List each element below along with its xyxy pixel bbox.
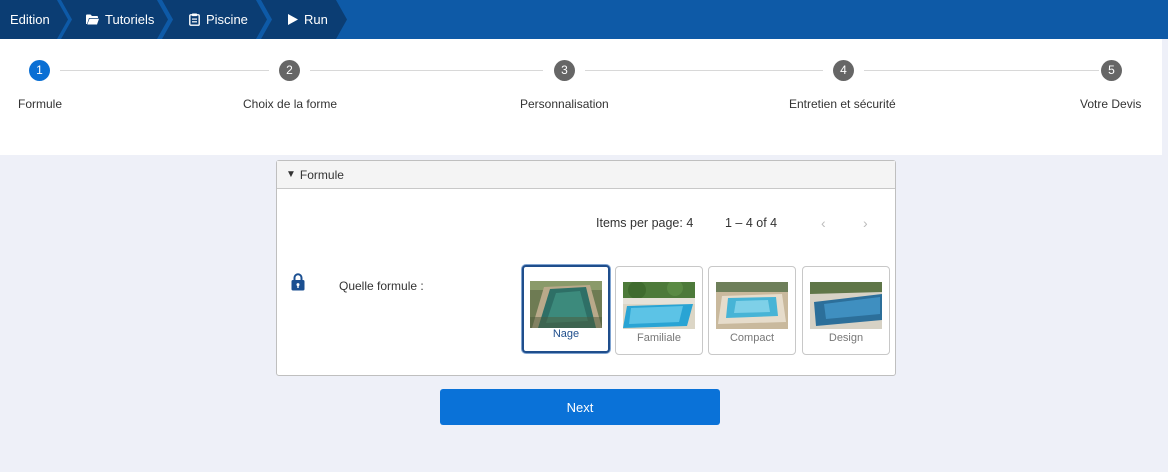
pool-nage-image <box>530 281 602 328</box>
caret-down-icon: ▼ <box>286 169 296 180</box>
step-connector <box>310 70 543 71</box>
step-connector <box>60 70 269 71</box>
formule-field-label: Quelle formule : <box>339 279 424 293</box>
breadcrumb-item-run[interactable]: Run <box>261 0 347 39</box>
lock-icon <box>291 273 305 296</box>
breadcrumb-label: Edition <box>10 12 50 27</box>
step-connector <box>864 70 1099 71</box>
breadcrumb-item-piscine[interactable]: Piscine <box>162 0 267 39</box>
items-per-page-value[interactable]: 4 <box>686 216 693 230</box>
step-3-label: Personnalisation <box>520 97 609 111</box>
items-per-page-label: Items per page: <box>596 216 683 230</box>
option-card-compact[interactable]: Compact <box>708 266 796 355</box>
pool-compact-image <box>716 282 788 329</box>
breadcrumb-label: Run <box>304 12 328 27</box>
panel-header[interactable]: ▼ Formule <box>277 161 895 189</box>
step-connector <box>585 70 823 71</box>
panel-title: Formule <box>299 167 344 182</box>
step-4-indicator[interactable]: 4 <box>833 60 854 81</box>
prev-page-button[interactable]: ‹ <box>821 215 826 231</box>
step-1-label: Formule <box>18 97 63 111</box>
step-5-indicator[interactable]: 5 <box>1101 60 1122 81</box>
option-label: Design <box>828 332 864 344</box>
formule-panel: ▼ Formule Items per page: 4 1 – 4 of 4 ‹… <box>276 160 896 376</box>
play-icon <box>288 14 298 25</box>
step-1-indicator[interactable]: 1 <box>29 60 50 81</box>
clipboard-icon <box>189 13 200 26</box>
breadcrumb-label: Tutoriels <box>105 12 155 27</box>
option-label: Familiale <box>636 332 681 344</box>
option-label: Compact <box>729 332 775 344</box>
option-card-nage[interactable]: Nage <box>522 265 610 353</box>
breadcrumb-item-tutoriels[interactable]: Tutoriels <box>61 0 168 39</box>
pool-design-image <box>810 282 882 329</box>
stepper: 1 2 3 4 5 Formule Choix de la forme Pers… <box>0 39 1162 155</box>
option-label: Nage <box>552 328 580 340</box>
next-page-button[interactable]: › <box>863 215 868 231</box>
folder-icon <box>86 14 99 25</box>
top-bar: Edition Tutoriels Piscine Run <box>0 0 1168 39</box>
option-card-familiale[interactable]: Familiale <box>615 266 703 355</box>
paginator: Items per page: 4 1 – 4 of 4 ‹ › <box>596 215 868 231</box>
next-button[interactable]: Next <box>440 389 720 425</box>
step-3-indicator[interactable]: 3 <box>554 60 575 81</box>
step-2-label: Choix de la forme <box>243 97 338 111</box>
breadcrumb-label: Piscine <box>206 12 248 27</box>
step-2-indicator[interactable]: 2 <box>279 60 300 81</box>
pool-familiale-image <box>623 282 695 329</box>
breadcrumb-item-edition[interactable]: Edition <box>0 0 68 39</box>
page-range: 1 – 4 of 4 <box>725 216 778 230</box>
option-card-design[interactable]: Design <box>802 266 890 355</box>
step-5-label: Votre Devis <box>1080 97 1142 111</box>
step-4-label: Entretien et sécurité <box>789 97 896 111</box>
